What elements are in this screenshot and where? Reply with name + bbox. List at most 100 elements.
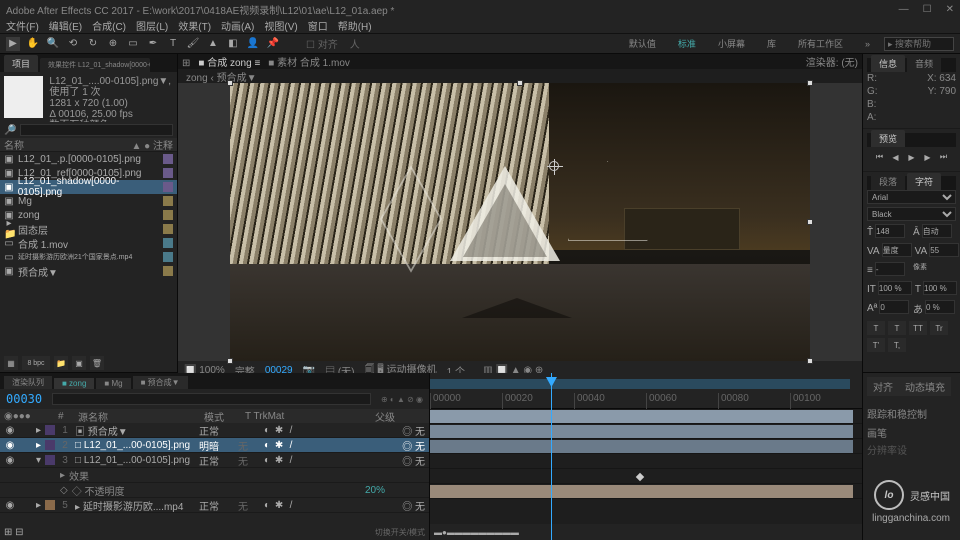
menu-composition[interactable]: 合成(C) [92,18,126,33]
faux-bold-button[interactable]: T [867,321,885,335]
blend-mode[interactable]: 明暗 [199,438,234,453]
workspace-standard[interactable]: 标准 [670,37,704,50]
timeline-tab-mg[interactable]: ■ Mg [96,378,130,389]
preview-frame[interactable] [230,83,810,361]
viewer-tab-footage[interactable]: ■ 素材 合成 1.mov [268,54,350,69]
layer-name[interactable]: □ L12_01_...00-0105].png [75,440,195,451]
character-tab[interactable]: 字符 [907,173,941,190]
info-tab[interactable]: 信息 [871,55,905,72]
stopwatch-icon[interactable]: ◇ [60,485,68,496]
hand-tool-icon[interactable]: ✋ [26,37,40,51]
interpret-icon[interactable]: ▦ [4,356,18,370]
time-ruler[interactable]: 00000 00020 00040 00060 00080 00100 [430,373,862,409]
visibility-icon[interactable]: ◉ [4,440,16,451]
selection-tool-icon[interactable]: ▶ [6,37,20,51]
workspace-all[interactable]: 所有工作区 [790,37,851,50]
transform-handle[interactable] [517,80,523,86]
font-size-input[interactable] [875,224,905,238]
layer-name[interactable]: ▣ 预合成▼ [75,423,195,438]
prev-frame-icon[interactable]: ◀ [890,151,902,163]
first-frame-icon[interactable]: ⏮ [874,151,886,163]
layer-row[interactable]: ◉ ▸ 1 ▣ 预合成▼ 正常 ◐✱/ ◎ 无 [0,423,429,438]
blend-mode[interactable]: 正常 [199,423,234,438]
close-icon[interactable]: ✕ [946,4,954,15]
subscript-button[interactable]: T, [888,338,906,352]
layer-switches[interactable]: ◐✱/ [262,425,296,435]
transform-handle[interactable] [227,80,233,86]
layer-bar[interactable] [430,410,853,423]
layer-bar[interactable] [430,425,853,438]
layer-switches[interactable]: ◐✱/ [262,440,296,450]
col-trkmat[interactable]: T TrkMat [245,411,285,422]
work-area-bar[interactable] [430,379,850,389]
project-tab[interactable]: 项目 [4,55,38,72]
parent-dropdown[interactable]: ◎ 无 [402,498,425,513]
timeline-zoom-bar[interactable]: ▬●▬▬▬▬▬▬▬▬▬ [430,524,862,540]
toggle-switches-button[interactable]: 切换开关/模式 [375,527,425,538]
new-folder-icon[interactable]: 📁 [54,356,68,370]
eraser-tool-icon[interactable]: ◧ [226,37,240,51]
layer-row[interactable]: ◉ ▸ 5 ▸ 延时摄影游历欧....mp4 正常 无 ◐✱/ ◎ 无 [0,498,429,513]
menu-animation[interactable]: 动画(A) [221,18,254,33]
label-color[interactable] [45,425,55,435]
playhead[interactable] [551,373,552,540]
col-source[interactable]: 源名称 [78,409,198,424]
effect-controls-tab[interactable]: 效果控件 L12_01_shadow[0000-0105] ≡ [40,58,150,72]
twirl-icon[interactable]: ▾ [36,455,41,466]
project-item[interactable]: ▣zong [0,208,177,222]
maximize-icon[interactable]: ☐ [923,4,932,15]
vscale-input[interactable] [878,281,912,295]
hscale-input[interactable] [923,281,957,295]
timeline-icons[interactable]: ⊕ ◐ ▲ ⊘ ◉ [381,395,423,404]
visibility-icon[interactable]: ◉ [4,425,16,436]
layer-property[interactable]: ◇ ◇ 不透明度 20% [0,483,429,498]
preview-tab[interactable]: 预览 [871,130,905,147]
brush-tool-icon[interactable]: 🖌 [186,37,200,51]
track-row[interactable] [430,454,862,469]
viewer-tab-comp[interactable]: ■ 合成 zong ≡ [198,54,260,69]
snap-toggle-icon[interactable]: 人 [350,36,360,51]
parent-dropdown[interactable]: ◎ 无 [402,423,425,438]
twirl-icon[interactable]: ▸ [36,440,41,451]
font-family-select[interactable]: Arial [867,190,956,204]
leading-input[interactable] [922,224,952,238]
kerning-input[interactable] [882,243,912,257]
track-matte[interactable]: 无 [238,498,258,513]
layer-bar[interactable] [430,440,853,453]
timeline-tab-precomp[interactable]: ■ 预合成▼ [133,376,188,389]
project-item[interactable]: ▣L12_01_.p.[0000-0105].png [0,152,177,166]
layer-row[interactable]: ◉ ▸ 2 □ L12_01_...00-0105].png 明暗 无 ◐✱/ … [0,438,429,453]
menu-edit[interactable]: 编辑(E) [49,18,82,33]
col-mode[interactable]: 模式 [204,409,239,424]
menu-window[interactable]: 窗口 [308,18,328,33]
flowchart-icon[interactable]: ⊞ [182,58,190,69]
anchor-point-icon[interactable] [549,161,559,171]
snap-label[interactable]: ☐ 对齐 [306,36,338,51]
layer-bar[interactable] [430,485,853,498]
visibility-icon[interactable]: ◉ [4,500,16,511]
parent-dropdown[interactable]: ◎ 无 [402,438,425,453]
twirl-icon[interactable]: ▸ [36,500,41,511]
play-icon[interactable]: ▶ [906,151,918,163]
blend-mode[interactable]: 正常 [199,453,234,468]
current-timecode[interactable]: 00030 [6,392,42,406]
workspace-library[interactable]: 库 [759,37,784,50]
track-matte[interactable]: 无 [238,438,258,453]
project-search-input[interactable] [20,124,173,136]
paragraph-tab[interactable]: 段落 [871,173,905,190]
workspace-small[interactable]: 小屏幕 [710,37,753,50]
menu-effect[interactable]: 效果(T) [178,18,211,33]
workspace-default[interactable]: 默认值 [621,37,664,50]
blend-mode[interactable]: 正常 [199,498,234,513]
twirl-icon[interactable]: ▸ [60,470,65,481]
text-tool-icon[interactable]: T [166,37,180,51]
parent-dropdown[interactable]: ◎ 无 [402,453,425,468]
zoom-out-icon[interactable]: ▬●▬▬▬▬▬▬▬▬▬ [434,528,519,537]
project-item[interactable]: ▸📁固态层 [0,222,177,236]
layer-switches[interactable]: ◐✱/ [262,500,296,510]
rect-tool-icon[interactable]: ▭ [126,37,140,51]
trash-icon[interactable]: 🗑 [90,356,104,370]
track-row[interactable] [430,484,862,499]
last-frame-icon[interactable]: ⏭ [938,151,950,163]
baseline-input[interactable] [879,300,909,314]
